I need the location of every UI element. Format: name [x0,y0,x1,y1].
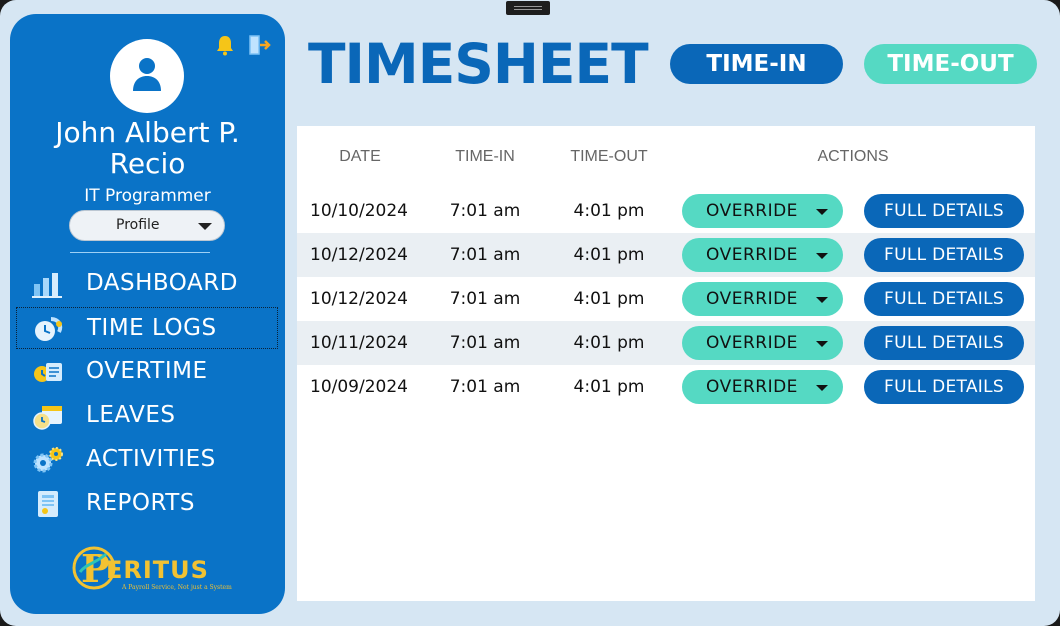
sidebar-item-leaves[interactable]: LEAVES [16,395,278,437]
full-details-button[interactable]: FULL DETAILS [864,238,1024,272]
sidebar-item-label: DASHBOARD [86,270,238,296]
calendar-clock-icon [33,406,62,430]
sidebar-divider [70,252,210,253]
sidebar-item-reports[interactable]: REPORTS [16,483,278,525]
sidebar: John Albert P. Recio IT Programmer Profi… [10,14,285,614]
override-dropdown-button[interactable]: OVERRIDE [682,238,843,272]
time-in-button[interactable]: TIME-IN [670,44,843,84]
sidebar-item-label: LEAVES [86,402,176,428]
brand-name: ERITUS [106,556,209,584]
table-row: 10/12/2024 7:01 am 4:01 pm OVERRIDE FULL… [297,277,1035,321]
clock-icon [35,317,63,341]
gears-icon [33,447,63,473]
cell-time-in: 7:01 am [449,289,521,309]
override-label: OVERRIDE [706,377,798,397]
profile-dropdown-value: Profile [116,217,160,233]
cell-date: 10/11/2024 [310,333,408,353]
overtime-icon [34,363,62,382]
table-row: 10/09/2024 7:01 am 4:01 pm OVERRIDE FULL… [297,365,1035,409]
report-icon [38,491,58,517]
chevron-down-icon [816,297,828,303]
chevron-down-icon [816,385,828,391]
page-title: TIMESHEET [308,32,649,96]
sidebar-item-label: OVERTIME [86,358,208,384]
cell-time-in: 7:01 am [449,377,521,397]
app-window: John Albert P. Recio IT Programmer Profi… [0,0,1060,626]
cell-time-in: 7:01 am [449,245,521,265]
cell-date: 10/09/2024 [310,377,408,397]
time-out-button[interactable]: TIME-OUT [864,44,1037,84]
profile-dropdown[interactable]: Profile [69,210,225,241]
override-label: OVERRIDE [706,333,798,353]
cell-time-out: 4:01 pm [573,333,645,353]
chevron-down-icon [816,209,828,215]
cell-time-out: 4:01 pm [573,201,645,221]
table-row: 10/10/2024 7:01 am 4:01 pm OVERRIDE FULL… [297,189,1035,233]
chevron-down-icon [198,223,212,230]
chevron-down-icon [816,253,828,259]
cell-time-out: 4:01 pm [573,377,645,397]
table-row: 10/11/2024 7:01 am 4:01 pm OVERRIDE FULL… [297,321,1035,365]
override-dropdown-button[interactable]: OVERRIDE [682,326,843,360]
window-drag-handle[interactable] [506,1,550,15]
user-name-line1: John Albert P. [55,116,240,149]
chevron-down-icon [816,341,828,347]
sidebar-item-overtime[interactable]: OVERTIME [16,351,278,393]
user-name-line2: Recio [109,147,186,180]
user-name: John Albert P. Recio [10,117,285,179]
column-header-actions: ACTIONS [817,148,889,165]
sidebar-item-label: TIME LOGS [87,315,217,341]
avatar[interactable] [110,39,184,113]
full-details-button[interactable]: FULL DETAILS [864,326,1024,360]
bell-icon[interactable] [214,34,236,56]
user-icon [133,58,161,91]
sidebar-item-dashboard[interactable]: DASHBOARD [16,263,278,305]
cell-time-out: 4:01 pm [573,289,645,309]
cell-time-out: 4:01 pm [573,245,645,265]
override-label: OVERRIDE [706,201,798,221]
brand-tagline: A Payroll Service, Not just a System [122,584,232,591]
full-details-button[interactable]: FULL DETAILS [864,370,1024,404]
override-label: OVERRIDE [706,289,798,309]
sidebar-item-time-logs[interactable]: TIME LOGS [16,307,278,349]
logout-icon[interactable] [248,34,272,56]
sidebar-item-label: ACTIVITIES [86,446,216,472]
cell-date: 10/12/2024 [310,245,408,265]
full-details-button[interactable]: FULL DETAILS [864,282,1024,316]
peritus-logo: P ERITUS A Payroll Service, Not just a S… [72,542,232,592]
timesheet-table: DATE TIME-IN TIME-OUT ACTIONS 10/10/2024… [297,126,1035,601]
override-label: OVERRIDE [706,245,798,265]
override-dropdown-button[interactable]: OVERRIDE [682,194,843,228]
sidebar-item-activities[interactable]: ACTIVITIES [16,439,278,481]
cell-time-in: 7:01 am [449,201,521,221]
full-details-button[interactable]: FULL DETAILS [864,194,1024,228]
column-header-time-in: TIME-IN [455,148,515,165]
bar-chart-icon [32,273,62,298]
table-row: 10/12/2024 7:01 am 4:01 pm OVERRIDE FULL… [297,233,1035,277]
column-header-time-out: TIME-OUT [570,148,648,165]
cell-date: 10/10/2024 [310,201,408,221]
sidebar-item-label: REPORTS [86,490,195,516]
cell-time-in: 7:01 am [449,333,521,353]
override-dropdown-button[interactable]: OVERRIDE [682,282,843,316]
cell-date: 10/12/2024 [310,289,408,309]
column-header-date: DATE [339,148,381,165]
user-role: IT Programmer [84,186,211,206]
override-dropdown-button[interactable]: OVERRIDE [682,370,843,404]
